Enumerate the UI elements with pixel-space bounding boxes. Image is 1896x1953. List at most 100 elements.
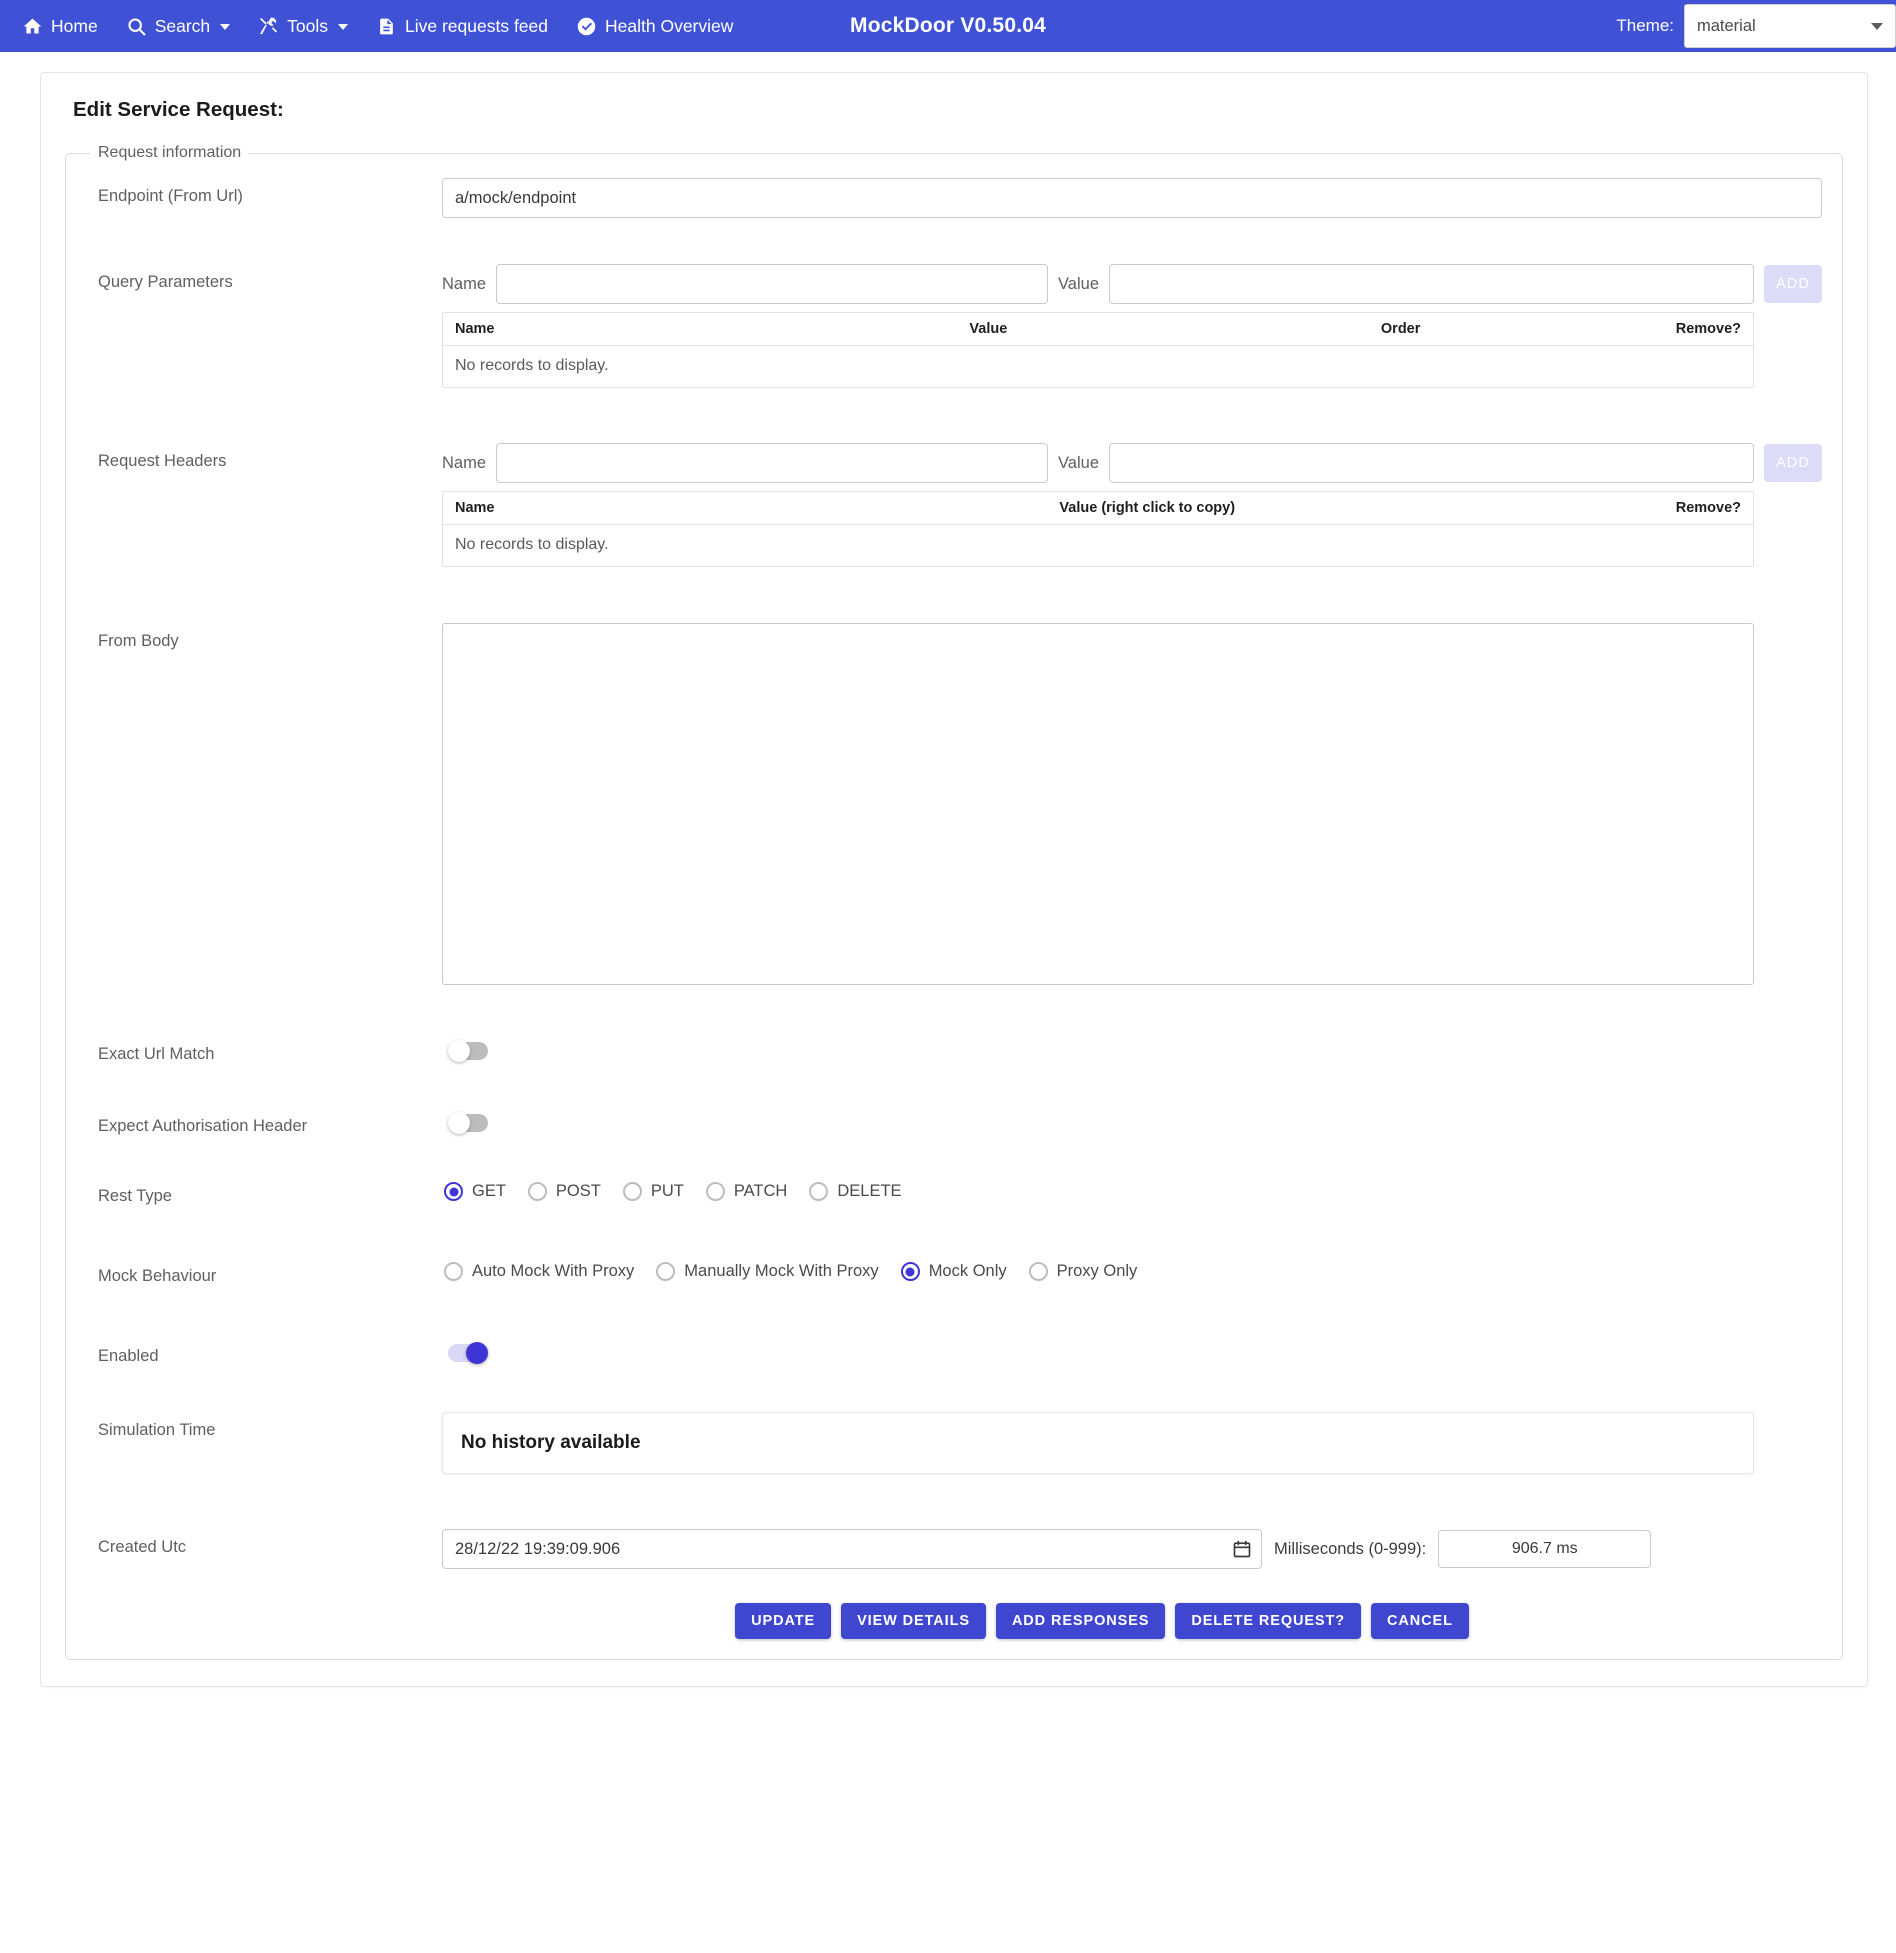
column-header-name: Name (455, 500, 495, 516)
mock-behaviour-option-auto-mock-with-proxy[interactable]: Auto Mock With Proxy (444, 1262, 634, 1281)
simulation-time-message: No history available (461, 1432, 641, 1453)
column-header-order: Order (1380, 321, 1421, 337)
rest-type-option-label: GET (472, 1182, 506, 1200)
mock-behaviour-label: Mock Behaviour (98, 1267, 217, 1285)
delete-request-button[interactable]: DELETE REQUEST? (1175, 1603, 1362, 1639)
exact-url-match-label: Exact Url Match (98, 1045, 215, 1063)
check-circle-icon (576, 16, 597, 37)
column-header-value: Value (right click to copy) (1059, 500, 1236, 516)
query-parameter-add-button[interactable]: ADD (1764, 265, 1822, 303)
mock-behaviour-option-manually-mock-with-proxy[interactable]: Manually Mock With Proxy (656, 1262, 879, 1281)
endpoint-row: Endpoint (From Url) (86, 178, 1822, 218)
nav-links: Home Search Tools Live requests feed Hea… (8, 10, 747, 43)
rest-type-radio-group: GET POST PUT PATCH DELETE (444, 1178, 1822, 1201)
radio-indicator (809, 1182, 829, 1201)
query-parameter-value-input[interactable] (1109, 264, 1754, 304)
mock-behaviour-row: Mock Behaviour Auto Mock With Proxy Manu… (86, 1258, 1822, 1286)
rest-type-option-put[interactable]: PUT (622, 1182, 684, 1201)
query-parameters-label: Query Parameters (98, 273, 233, 291)
enabled-row: Enabled (86, 1338, 1822, 1366)
request-headers-table-header: Name Value (right click to copy) Remove? (443, 492, 1753, 525)
created-utc-input[interactable] (442, 1529, 1262, 1569)
radio-indicator (527, 1182, 547, 1201)
home-icon (22, 16, 43, 37)
radio-indicator (705, 1182, 725, 1201)
query-parameters-table-header: Name Value Order Remove? (443, 313, 1753, 346)
query-parameters-row: Query Parameters Name Value ADD Name Val… (86, 264, 1822, 388)
request-headers-entry: Name Value ADD (442, 443, 1822, 483)
request-headers-row: Request Headers Name Value ADD Name Valu… (86, 443, 1822, 567)
created-utc-row: Created Utc 28/12/22 19:39:09.906 Millis… (86, 1529, 1822, 1639)
rest-type-option-post[interactable]: POST (527, 1182, 601, 1201)
endpoint-input[interactable] (442, 178, 1822, 218)
exact-url-match-toggle[interactable] (448, 1040, 494, 1062)
column-header-remove: Remove? (1675, 500, 1741, 516)
request-headers-table: Name Value (right click to copy) Remove?… (442, 491, 1754, 567)
rest-type-row: Rest Type GET POST PUT PATCH DELETE (86, 1178, 1822, 1206)
add-responses-button[interactable]: ADD RESPONSES (995, 1603, 1166, 1639)
mock-behaviour-option-mock-only[interactable]: Mock Only (900, 1262, 1007, 1281)
view-details-button[interactable]: VIEW DETAILS (841, 1603, 986, 1639)
query-parameter-value-label: Value (1058, 274, 1099, 293)
expect-authorisation-header-toggle[interactable] (448, 1112, 494, 1134)
theme-label: Theme: (1616, 16, 1674, 35)
column-header-value: Value (969, 321, 1008, 337)
request-header-name-input[interactable] (496, 443, 1049, 483)
request-header-value-input[interactable] (1109, 443, 1754, 483)
mock-behaviour-option-label: Mock Only (928, 1262, 1007, 1280)
nav-item-tools-label: Tools (287, 15, 328, 36)
theme-select[interactable]: material (1684, 4, 1896, 48)
endpoint-label: Endpoint (From Url) (98, 187, 243, 205)
nav-item-live-requests-feed[interactable]: Live requests feed (362, 10, 562, 43)
document-icon (376, 16, 397, 37)
nav-item-health-overview[interactable]: Health Overview (562, 10, 747, 43)
update-button[interactable]: UPDATE (735, 1603, 832, 1639)
milliseconds-input[interactable] (1438, 1530, 1652, 1568)
enabled-label: Enabled (98, 1347, 159, 1365)
radio-indicator (444, 1182, 463, 1201)
search-icon (126, 16, 147, 37)
rest-type-option-label: POST (555, 1182, 601, 1200)
simulation-time-label: Simulation Time (98, 1421, 216, 1439)
query-parameter-name-label: Name (442, 274, 487, 293)
action-buttons: UPDATE VIEW DETAILS ADD RESPONSES DELETE… (382, 1603, 1822, 1639)
nav-item-tools[interactable]: Tools (244, 10, 362, 43)
cancel-button[interactable]: CANCEL (1371, 1603, 1469, 1639)
rest-type-option-label: PUT (650, 1182, 684, 1200)
rest-type-option-delete[interactable]: DELETE (809, 1182, 902, 1201)
request-header-value-label: Value (1058, 453, 1099, 472)
query-parameters-table: Name Value Order Remove? No records to d… (442, 312, 1754, 388)
page-container: Edit Service Request: Request informatio… (0, 52, 1896, 1687)
request-headers-empty-message: No records to display. (455, 536, 609, 553)
radio-indicator (622, 1182, 642, 1201)
nav-item-live-requests-feed-label: Live requests feed (405, 15, 549, 36)
query-parameters-empty-message: No records to display. (455, 357, 609, 374)
nav-item-home[interactable]: Home (8, 10, 112, 43)
exact-url-match-row: Exact Url Match (86, 1036, 1822, 1064)
rest-type-option-label: DELETE (837, 1182, 902, 1200)
from-body-label: From Body (98, 632, 179, 650)
toggle-knob (448, 1112, 470, 1134)
query-parameter-name-input[interactable] (496, 264, 1049, 304)
calendar-icon[interactable] (1232, 1539, 1252, 1559)
enabled-toggle[interactable] (448, 1342, 494, 1364)
page-title: Edit Service Request: (73, 98, 284, 121)
radio-indicator (1028, 1262, 1048, 1281)
theme-select-value: material (1697, 16, 1756, 35)
radio-indicator (900, 1262, 920, 1281)
request-header-add-button[interactable]: ADD (1764, 444, 1822, 482)
rest-type-option-patch[interactable]: PATCH (705, 1182, 787, 1201)
chevron-down-icon (1871, 22, 1883, 30)
rest-type-option-get[interactable]: GET (444, 1182, 506, 1201)
nav-item-search-label: Search (154, 15, 211, 36)
request-header-name-label: Name (442, 453, 487, 472)
nav-item-search[interactable]: Search (112, 10, 244, 43)
column-header-name: Name (455, 321, 495, 337)
simulation-time-panel: No history available (442, 1412, 1754, 1474)
from-body-textarea[interactable] (442, 623, 1754, 985)
mock-behaviour-option-proxy-only[interactable]: Proxy Only (1028, 1262, 1138, 1281)
chevron-down-icon (220, 24, 231, 30)
mock-behaviour-option-label: Proxy Only (1056, 1262, 1138, 1280)
query-parameters-entry: Name Value ADD (442, 264, 1822, 304)
nav-item-home-label: Home (51, 15, 98, 36)
